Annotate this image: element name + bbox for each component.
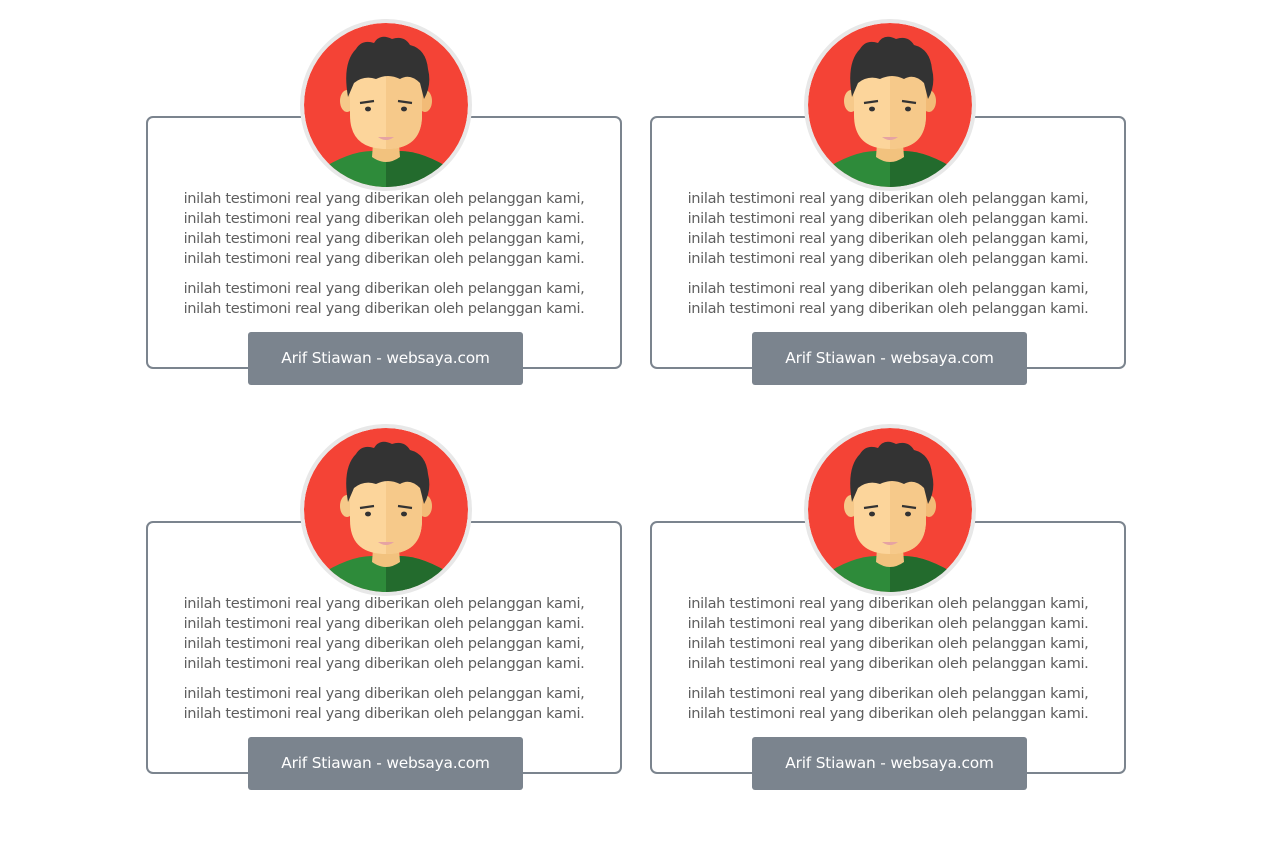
testimonial-paragraph: inilah testimoni real yang diberikan ole… xyxy=(652,189,1124,269)
testimonial-line: inilah testimoni real yang diberikan ole… xyxy=(687,595,1089,612)
testimonial-text: inilah testimoni real yang diberikan ole… xyxy=(148,594,620,734)
testimonial-line: inilah testimoni real yang diberikan ole… xyxy=(687,685,1089,702)
testimonial-line: inilah testimoni real yang diberikan ole… xyxy=(183,210,585,227)
testimonial-paragraph: inilah testimoni real yang diberikan ole… xyxy=(652,684,1124,724)
testimonial-line: inilah testimoni real yang diberikan ole… xyxy=(687,635,1089,652)
testimonial-line: inilah testimoni real yang diberikan ole… xyxy=(183,190,585,207)
author-badge: Arif Stiawan - websaya.com xyxy=(752,332,1027,385)
testimonial-line: inilah testimoni real yang diberikan ole… xyxy=(183,705,585,722)
testimonial-text: inilah testimoni real yang diberikan ole… xyxy=(652,594,1124,734)
testimonial-text: inilah testimoni real yang diberikan ole… xyxy=(148,189,620,329)
testimonial-line: inilah testimoni real yang diberikan ole… xyxy=(183,280,585,297)
author-badge: Arif Stiawan - websaya.com xyxy=(248,737,523,790)
testimonial-line: inilah testimoni real yang diberikan ole… xyxy=(687,190,1089,207)
testimonial-line: inilah testimoni real yang diberikan ole… xyxy=(687,280,1089,297)
testimonial-paragraph: inilah testimoni real yang diberikan ole… xyxy=(652,279,1124,319)
testimonial-text: inilah testimoni real yang diberikan ole… xyxy=(652,189,1124,329)
testimonial-card: inilah testimoni real yang diberikan ole… xyxy=(146,19,622,385)
testimonial-paragraph: inilah testimoni real yang diberikan ole… xyxy=(148,279,620,319)
male-avatar-icon xyxy=(300,19,472,191)
testimonial-line: inilah testimoni real yang diberikan ole… xyxy=(183,300,585,317)
testimonial-paragraph: inilah testimoni real yang diberikan ole… xyxy=(148,189,620,269)
testimonial-line: inilah testimoni real yang diberikan ole… xyxy=(687,655,1089,672)
testimonial-line: inilah testimoni real yang diberikan ole… xyxy=(687,615,1089,632)
testimonial-line: inilah testimoni real yang diberikan ole… xyxy=(183,685,585,702)
male-avatar-icon xyxy=(804,19,976,191)
author-badge: Arif Stiawan - websaya.com xyxy=(752,737,1027,790)
testimonial-line: inilah testimoni real yang diberikan ole… xyxy=(183,635,585,652)
testimonial-line: inilah testimoni real yang diberikan ole… xyxy=(687,230,1089,247)
testimonial-line: inilah testimoni real yang diberikan ole… xyxy=(183,655,585,672)
testimonial-paragraph: inilah testimoni real yang diberikan ole… xyxy=(652,594,1124,674)
testimonial-line: inilah testimoni real yang diberikan ole… xyxy=(687,250,1089,267)
testimonial-line: inilah testimoni real yang diberikan ole… xyxy=(183,230,585,247)
testimonial-line: inilah testimoni real yang diberikan ole… xyxy=(183,615,585,632)
testimonial-line: inilah testimoni real yang diberikan ole… xyxy=(183,250,585,267)
testimonial-line: inilah testimoni real yang diberikan ole… xyxy=(687,300,1089,317)
testimonial-paragraph: inilah testimoni real yang diberikan ole… xyxy=(148,684,620,724)
testimonial-line: inilah testimoni real yang diberikan ole… xyxy=(687,210,1089,227)
author-badge: Arif Stiawan - websaya.com xyxy=(248,332,523,385)
male-avatar-icon xyxy=(300,424,472,596)
testimonial-paragraph: inilah testimoni real yang diberikan ole… xyxy=(148,594,620,674)
testimonial-line: inilah testimoni real yang diberikan ole… xyxy=(687,705,1089,722)
male-avatar-icon xyxy=(804,424,976,596)
testimonial-card: inilah testimoni real yang diberikan ole… xyxy=(650,19,1126,385)
testimonial-card: inilah testimoni real yang diberikan ole… xyxy=(146,424,622,790)
testimonial-line: inilah testimoni real yang diberikan ole… xyxy=(183,595,585,612)
testimonial-card: inilah testimoni real yang diberikan ole… xyxy=(650,424,1126,790)
